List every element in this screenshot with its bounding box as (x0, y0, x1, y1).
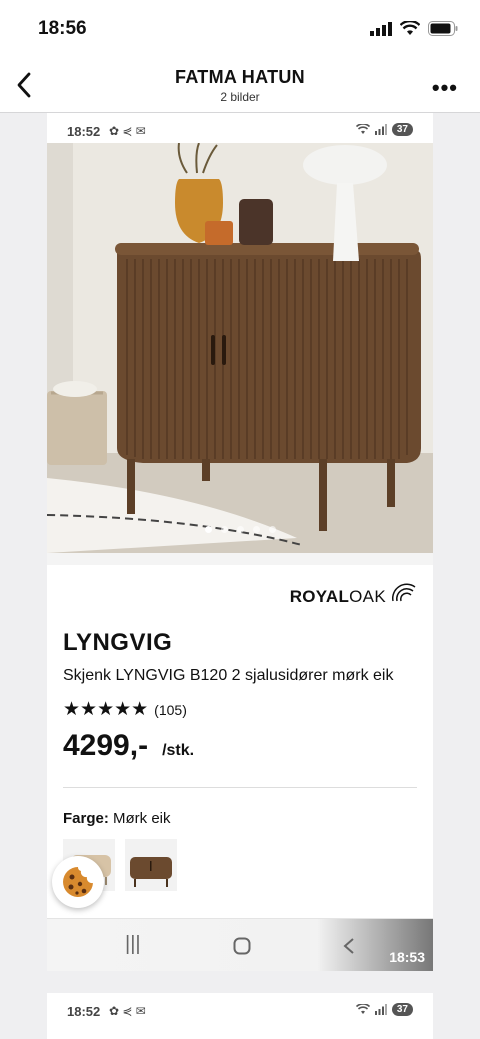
carousel-dot[interactable] (220, 526, 228, 533)
page-subtitle: 2 bilder (220, 90, 260, 104)
product-name: LYNGVIG (63, 629, 173, 656)
brand-logo: ROYALOAK (63, 565, 417, 619)
color-value: Mørk eik (113, 810, 171, 827)
price: 4299,- /stk. (63, 729, 417, 763)
recents-icon[interactable]: ||| (125, 933, 141, 956)
color-selector-label: Farge: Mørk eik (63, 810, 417, 827)
color-swatch-dark[interactable] (125, 839, 177, 891)
more-icon: ••• (431, 75, 458, 100)
inner-status-right: 37 (355, 123, 413, 136)
color-swatches (63, 839, 417, 891)
home-icon[interactable] (233, 937, 251, 955)
product-photo (47, 143, 433, 553)
brand-logo-royal: ROYAL (289, 587, 350, 606)
inner-time: 18:52 (67, 124, 101, 139)
screenshot-image-1[interactable]: 18:52 ✿ ⋞ ✉ 37 ROYALOAK LYNGVIG Skjenk L… (47, 113, 433, 971)
cookie-icon (63, 867, 93, 897)
product-description: Skjenk LYNGVIG B120 2 sjalusidører mørk … (63, 667, 394, 684)
brand-logo-oak: OAK (349, 587, 386, 606)
inner-status-bar: 18:52 ✿ ⋞ ✉ 37 (47, 113, 433, 143)
sideboard-illustration (47, 143, 433, 553)
inner-wifi-icon (355, 1004, 370, 1014)
android-back-icon[interactable] (342, 937, 356, 955)
screenshot-image-2[interactable]: 18:52 ✿ ⋞ ✉ 37 (47, 993, 433, 1039)
review-count[interactable]: (105) (154, 702, 187, 718)
price-value: 4299,- (63, 729, 149, 762)
brand-arc-icon (391, 583, 416, 602)
star-rating-icon: ★★★★★ (63, 699, 149, 720)
more-button[interactable]: ••• (432, 75, 458, 101)
battery-icon (428, 21, 458, 36)
divider (63, 787, 417, 788)
notification-icons: ✿ ⋞ ✉ (109, 1004, 146, 1018)
notification-icons: ✿ ⋞ ✉ (109, 124, 146, 138)
separator (47, 553, 433, 565)
nav-bar: FATMA HATUN 2 bilder ••• (0, 60, 480, 113)
cookie-consent-button[interactable] (52, 856, 104, 908)
sideboard-dark-thumb (130, 857, 172, 887)
wifi-icon (400, 21, 420, 35)
carousel-dot[interactable] (252, 526, 260, 533)
inner-time: 18:52 (67, 1004, 101, 1019)
rating[interactable]: ★★★★★ (105) (63, 698, 417, 721)
carousel-dot[interactable] (204, 526, 212, 533)
nav-timestamp: 18:53 (389, 949, 425, 965)
android-nav-bar: ||| 18:53 (47, 918, 433, 971)
price-unit: /stk. (162, 742, 195, 759)
color-label: Farge: (63, 810, 109, 827)
carousel-dot[interactable] (268, 526, 276, 533)
status-bar: 18:56 (0, 0, 480, 60)
signal-icon (370, 21, 392, 36)
status-icons (370, 21, 458, 36)
product-info: ROYALOAK LYNGVIG Skjenk LYNGVIG B120 2 s… (47, 565, 433, 891)
inner-battery: 37 (391, 123, 413, 136)
inner-signal-icon (374, 1004, 387, 1015)
inner-wifi-icon (355, 124, 370, 134)
inner-status-bar: 18:52 ✿ ⋞ ✉ 37 (47, 993, 433, 1023)
inner-battery: 37 (391, 1003, 413, 1016)
carousel-dot[interactable] (236, 526, 244, 533)
inner-signal-icon (374, 124, 387, 135)
carousel-dots[interactable] (47, 526, 433, 533)
status-time: 18:56 (38, 18, 87, 39)
page-title: FATMA HATUN (175, 67, 305, 87)
inner-status-right: 37 (355, 1003, 413, 1016)
